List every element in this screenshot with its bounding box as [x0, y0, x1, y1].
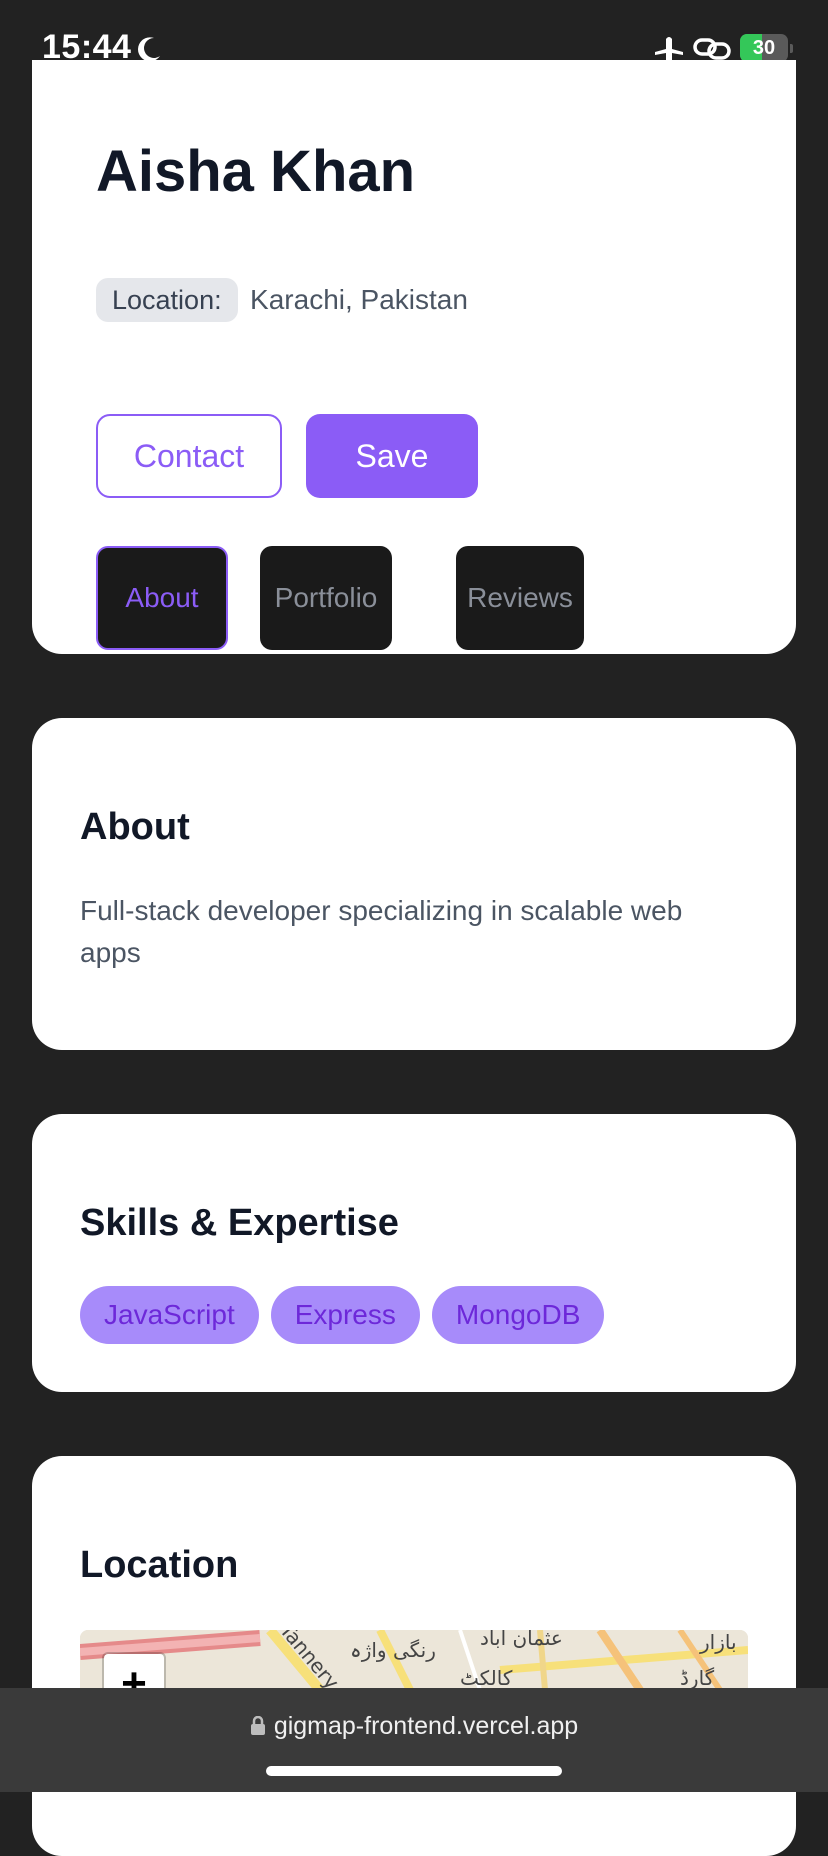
url-text: gigmap-frontend.vercel.app [273, 1712, 579, 1740]
skill-tag: MongoDB [431, 1286, 605, 1344]
map-label: گارڈ [680, 1666, 715, 1690]
about-title: About [80, 806, 190, 848]
location-title: Location [80, 1544, 239, 1586]
tab-about[interactable]: About [96, 546, 228, 650]
map-label: رنگی واژہ [350, 1638, 436, 1662]
location-row: Location: Karachi, Pakistan [96, 278, 468, 322]
location-card: Location رنگی واژہ کالکٹ عثمان آباد بازا… [32, 1456, 796, 1856]
map-label: بازار [700, 1630, 737, 1654]
save-button[interactable]: Save [306, 414, 478, 498]
url-display[interactable]: gigmap-frontend.vercel.app [0, 1712, 828, 1741]
battery-icon: 30 [740, 34, 788, 62]
map-label: کالکٹ [460, 1666, 513, 1690]
profile-card: Aisha Khan Location: Karachi, Pakistan C… [32, 60, 796, 654]
skills-card: Skills & Expertise JavaScript Express Mong… [32, 1114, 796, 1392]
skill-tag: Express [270, 1286, 420, 1344]
home-indicator[interactable] [266, 1766, 562, 1776]
tab-portfolio[interactable]: Portfolio [260, 546, 392, 650]
location-value: Karachi, Pakistan [250, 284, 468, 315]
about-card: About Full-stack developer specializing … [32, 718, 796, 1050]
battery-cap [790, 44, 793, 53]
lock-icon [250, 1716, 265, 1735]
skills-title: Skills & Expertise [80, 1202, 399, 1244]
browser-url-bar[interactable]: gigmap-frontend.vercel.app [0, 1688, 828, 1792]
skills-list: JavaScript Express MongoDB [80, 1286, 616, 1344]
location-label: Location: [96, 278, 238, 322]
battery-level: 30 [752, 37, 776, 59]
skill-tag: JavaScript [80, 1286, 259, 1344]
map-label: عثمان آباد [480, 1630, 563, 1650]
contact-button[interactable]: Contact [96, 414, 282, 498]
profile-name: Aisha Khan [96, 139, 416, 204]
tab-reviews[interactable]: Reviews [456, 546, 584, 650]
about-text: Full-stack developer specializing in sca… [80, 895, 683, 968]
